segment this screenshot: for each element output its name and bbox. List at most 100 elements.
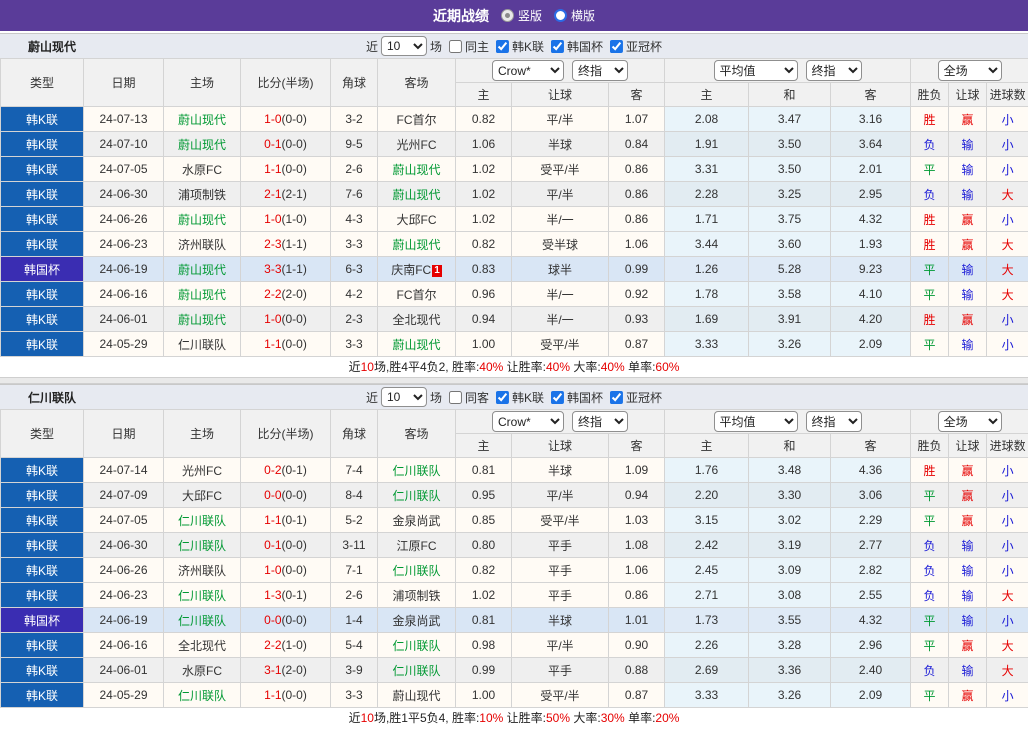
scope-select[interactable]: 全场 — [937, 411, 1002, 432]
date-cell: 24-06-01 — [83, 657, 164, 683]
layout-horizontal-option[interactable]: 横版 — [554, 7, 595, 24]
league-cup-checkbox[interactable] — [551, 390, 565, 404]
away-team-cell: 金泉尚武 — [377, 507, 456, 533]
handicap-result-cell: 赢 — [948, 457, 988, 483]
col-avg-home: 主 — [664, 433, 750, 458]
date-cell: 24-05-29 — [83, 682, 164, 708]
col-handicap-result: 让球 — [948, 433, 988, 458]
avg-away-cell: 3.16 — [830, 106, 912, 132]
col-home: 主场 — [163, 58, 241, 107]
match-count-select[interactable]: 10 — [380, 387, 427, 407]
league-acl-checkbox[interactable] — [610, 390, 624, 404]
league-type-cell: 韩K联 — [0, 131, 84, 157]
home-odds-cell: 1.06 — [455, 131, 512, 157]
corner-cell: 4-3 — [330, 206, 378, 232]
away-team-cell: 仁川联队 — [377, 457, 456, 483]
final-odds-select-2[interactable]: 终指 — [805, 60, 862, 81]
col-away: 客场 — [377, 58, 456, 107]
corner-cell: 3-11 — [330, 532, 378, 558]
final-odds-select-2[interactable]: 终指 — [805, 411, 862, 432]
score-cell: 0-1(0-0) — [240, 131, 331, 157]
average-select[interactable]: 平均值 — [713, 411, 798, 432]
result-cell: 平 — [910, 482, 950, 508]
date-cell: 24-07-05 — [83, 156, 164, 182]
goals-result-cell: 小 — [986, 331, 1028, 357]
goals-result-cell: 小 — [986, 682, 1028, 708]
league-kleague-checkbox[interactable] — [496, 39, 509, 53]
horizontal-radio-icon[interactable] — [554, 9, 567, 22]
same-venue-checkbox[interactable] — [448, 39, 462, 53]
vertical-radio-icon[interactable] — [500, 9, 514, 22]
handicap-result-cell: 输 — [948, 256, 988, 282]
avg-home-cell: 2.20 — [664, 482, 750, 508]
final-odds-select[interactable]: 终指 — [572, 60, 629, 81]
match-row: 韩K联 24-07-05 仁川联队 1-1(0-1) 5-2 金泉尚武 0.85 受平/半 1.… — [0, 507, 1028, 533]
handicap-cell: 受半球 — [511, 231, 609, 257]
handicap-result-cell: 输 — [948, 532, 988, 558]
col-result: 胜负 — [910, 433, 950, 458]
league-acl-checkbox[interactable] — [610, 39, 624, 53]
vertical-radio-label: 竖版 — [517, 9, 542, 23]
corner-cell: 3-3 — [330, 682, 378, 708]
date-cell: 24-07-13 — [83, 106, 164, 132]
company-select[interactable]: Crow* — [492, 411, 565, 432]
away-team-cell: 庆南FC 1 — [377, 256, 456, 282]
away-odds-cell: 0.86 — [607, 206, 666, 232]
away-team-cell: 大邱FC — [377, 206, 456, 232]
home-team-cell: 仁川联队 — [163, 507, 241, 533]
corner-cell: 7-6 — [330, 181, 378, 207]
goals-result-cell: 小 — [986, 507, 1028, 533]
home-team-cell: 仁川联队 — [163, 582, 241, 608]
handicap-result-cell: 赢 — [948, 507, 988, 533]
date-cell: 24-07-10 — [83, 131, 164, 157]
avg-draw-cell: 3.58 — [748, 281, 832, 307]
avg-draw-cell: 3.48 — [748, 457, 832, 483]
average-select[interactable]: 平均值 — [713, 60, 798, 81]
handicap-cell: 半/一 — [511, 306, 609, 332]
goals-result-cell: 小 — [986, 607, 1028, 633]
league-cup-checkbox[interactable] — [551, 39, 565, 53]
col-date: 日期 — [83, 409, 164, 458]
average-group-header: 平均值 终指 — [664, 58, 912, 83]
avg-home-cell: 3.44 — [664, 231, 750, 257]
odds-group-header: Crow* 终指 — [454, 409, 666, 434]
handicap-result-cell: 输 — [948, 657, 988, 683]
away-team-cell: FC首尔 — [377, 281, 456, 307]
corner-cell: 2-3 — [330, 306, 378, 332]
league-type-cell: 韩K联 — [0, 557, 84, 583]
avg-draw-cell: 3.50 — [748, 131, 832, 157]
league-kleague-checkbox[interactable] — [496, 390, 509, 404]
average-group-header: 平均值 终指 — [664, 409, 912, 434]
avg-away-cell: 2.82 — [830, 557, 912, 583]
result-cell: 平 — [910, 156, 950, 182]
company-select[interactable]: Crow* — [492, 60, 565, 81]
result-cell: 平 — [910, 507, 950, 533]
away-odds-cell: 0.84 — [607, 131, 666, 157]
team-name: 蔚山现代 — [28, 39, 77, 54]
home-odds-cell: 1.02 — [455, 181, 512, 207]
avg-draw-cell: 5.28 — [748, 256, 832, 282]
final-odds-select[interactable]: 终指 — [572, 411, 629, 432]
home-odds-cell: 1.00 — [455, 331, 512, 357]
goals-result-cell: 小 — [986, 206, 1028, 232]
score-cell: 3-3(1-1) — [240, 256, 331, 282]
scope-select[interactable]: 全场 — [937, 60, 1002, 81]
away-odds-cell: 0.93 — [607, 306, 666, 332]
scope-group-header: 全场 — [910, 58, 1028, 83]
result-cell: 胜 — [910, 106, 950, 132]
same-venue-checkbox[interactable] — [448, 390, 462, 404]
avg-draw-cell: 3.26 — [748, 682, 832, 708]
home-team-cell: 蔚山现代 — [163, 281, 241, 307]
home-team-cell: 全北现代 — [163, 632, 241, 658]
col-corner: 角球 — [330, 409, 378, 458]
col-goals: 进球数 — [986, 82, 1028, 107]
match-row: 韩K联 24-05-29 仁川联队 1-1(0-0) 3-3 蔚山现代 1.00 受平/半 0.… — [0, 331, 1028, 357]
layout-vertical-option[interactable]: 竖版 — [500, 7, 542, 24]
league-type-cell: 韩K联 — [0, 482, 84, 508]
handicap-result-cell: 输 — [948, 131, 988, 157]
home-odds-cell: 0.85 — [455, 507, 512, 533]
match-count-select[interactable]: 10 — [380, 36, 427, 56]
date-cell: 24-06-30 — [83, 181, 164, 207]
corner-cell: 4-2 — [330, 281, 378, 307]
home-odds-cell: 1.02 — [455, 206, 512, 232]
